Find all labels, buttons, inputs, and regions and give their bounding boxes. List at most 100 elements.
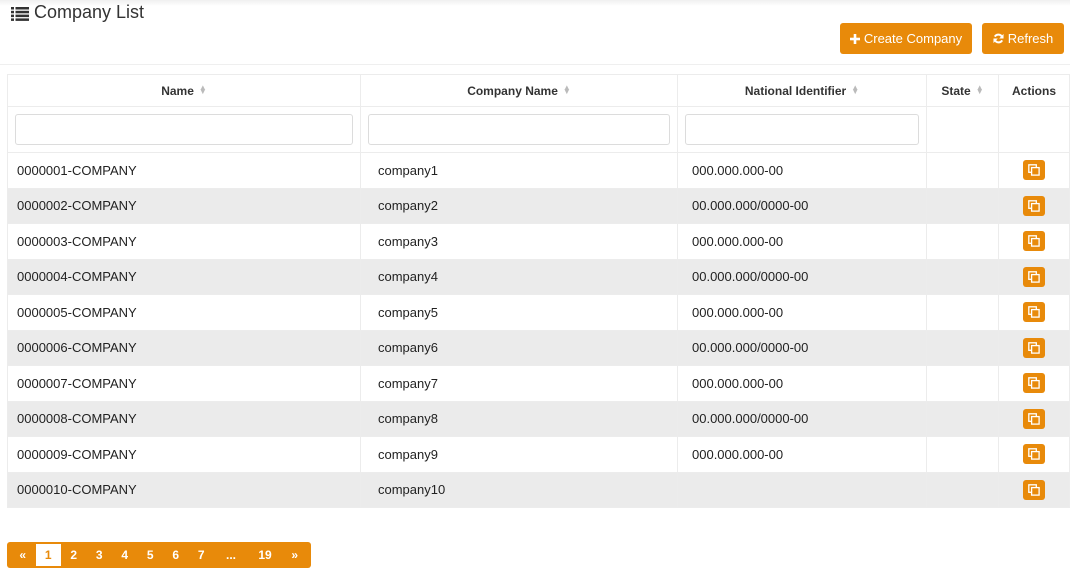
copy-button[interactable]: [1023, 479, 1045, 500]
plus-icon: [849, 33, 860, 44]
cell-company-name: company7: [360, 365, 678, 402]
refresh-button[interactable]: Refresh: [982, 23, 1064, 54]
name-filter-input[interactable]: [15, 114, 353, 145]
copy-button[interactable]: [1023, 302, 1045, 323]
pagination: « 1 2 3 4 5 6 7 ... 19 »: [7, 542, 311, 568]
pagination-next[interactable]: »: [282, 542, 308, 568]
column-header-national-identifier[interactable]: National Identifier ▲ ▼: [677, 74, 927, 107]
cell-national-identifier: 00.000.000/0000-00: [677, 400, 927, 437]
table-row[interactable]: 0000010-COMPANY company10: [7, 471, 1070, 508]
cell-actions: [998, 471, 1070, 508]
state-filter-cell: [926, 106, 999, 153]
cell-national-identifier: [677, 471, 927, 508]
table-row[interactable]: 0000008-COMPANY company8 00.000.000/0000…: [7, 400, 1070, 437]
cell-actions: [998, 400, 1070, 437]
cell-actions: [998, 329, 1070, 366]
pagination-prev[interactable]: «: [10, 542, 36, 568]
page-header: Company List Create Company Refresh: [0, 0, 1070, 65]
copy-button[interactable]: [1023, 231, 1045, 252]
sort-icon[interactable]: ▲ ▼: [851, 84, 859, 96]
cell-name: 0000005-COMPANY: [7, 294, 361, 331]
table-row[interactable]: 0000001-COMPANY company1 000.000.000-00: [7, 152, 1070, 189]
create-company-button[interactable]: Create Company: [840, 23, 972, 54]
sort-icon[interactable]: ▲ ▼: [976, 84, 984, 96]
cell-state: [926, 152, 999, 189]
copy-icon: [1028, 412, 1040, 425]
copy-button[interactable]: [1023, 160, 1045, 181]
column-header-company-name[interactable]: Company Name ▲ ▼: [360, 74, 678, 107]
company-name-filter-input[interactable]: [368, 114, 670, 145]
pagination-page[interactable]: 1: [35, 544, 61, 566]
filter-row: [7, 106, 1070, 153]
pagination-page[interactable]: 3: [87, 542, 113, 568]
column-header-name[interactable]: Name ▲ ▼: [7, 74, 361, 107]
cell-actions: [998, 223, 1070, 260]
cell-name: 0000004-COMPANY: [7, 258, 361, 295]
cell-state: [926, 329, 999, 366]
copy-icon: [1028, 448, 1040, 460]
copy-icon: [1028, 306, 1040, 318]
cell-state: [926, 294, 999, 331]
table-header-row: Name ▲ ▼ Company Name ▲ ▼ National Identifie…: [7, 74, 1070, 107]
cell-actions: [998, 294, 1070, 331]
refresh-icon: [993, 33, 1004, 44]
table-row[interactable]: 0000007-COMPANY company7 000.000.000-00: [7, 365, 1070, 402]
copy-icon: [1028, 270, 1040, 283]
cell-state: [926, 187, 999, 224]
cell-national-identifier: 000.000.000-00: [677, 436, 927, 473]
pagination-page[interactable]: 2: [61, 542, 87, 568]
copy-button[interactable]: [1023, 444, 1045, 465]
national-identifier-filter-input[interactable]: [685, 114, 919, 145]
table-row[interactable]: 0000005-COMPANY company5 000.000.000-00: [7, 294, 1070, 331]
copy-button[interactable]: [1023, 337, 1045, 358]
table-row[interactable]: 0000002-COMPANY company2 00.000.000/0000…: [7, 187, 1070, 224]
cell-national-identifier: 00.000.000/0000-00: [677, 258, 927, 295]
cell-company-name: company6: [360, 329, 678, 366]
cell-state: [926, 436, 999, 473]
sort-icon[interactable]: ▲ ▼: [563, 84, 571, 96]
copy-button[interactable]: [1023, 266, 1045, 287]
cell-name: 0000007-COMPANY: [7, 365, 361, 402]
pagination-page[interactable]: 5: [138, 542, 164, 568]
table-row[interactable]: 0000003-COMPANY company3 000.000.000-00: [7, 223, 1070, 260]
copy-icon: [1028, 341, 1040, 354]
cell-state: [926, 258, 999, 295]
cell-company-name: company5: [360, 294, 678, 331]
pagination-page[interactable]: 19: [248, 542, 282, 568]
column-header-state[interactable]: State ▲ ▼: [926, 74, 999, 107]
table-row[interactable]: 0000004-COMPANY company4 00.000.000/0000…: [7, 258, 1070, 295]
cell-name: 0000002-COMPANY: [7, 187, 361, 224]
cell-state: [926, 471, 999, 508]
cell-name: 0000001-COMPANY: [7, 152, 361, 189]
pagination-page[interactable]: 7: [189, 542, 215, 568]
copy-button[interactable]: [1023, 408, 1045, 429]
cell-company-name: company4: [360, 258, 678, 295]
table-row[interactable]: 0000006-COMPANY company6 00.000.000/0000…: [7, 329, 1070, 366]
sort-icon[interactable]: ▲ ▼: [199, 84, 207, 96]
cell-company-name: company9: [360, 436, 678, 473]
cell-name: 0000009-COMPANY: [7, 436, 361, 473]
column-header-actions: Actions: [998, 74, 1070, 107]
cell-national-identifier: 000.000.000-00: [677, 223, 927, 260]
cell-national-identifier: 000.000.000-00: [677, 365, 927, 402]
cell-company-name: company1: [360, 152, 678, 189]
pagination-page[interactable]: 4: [112, 542, 138, 568]
cell-national-identifier: 00.000.000/0000-00: [677, 329, 927, 366]
copy-button[interactable]: [1023, 195, 1045, 216]
create-company-label: Create Company: [863, 31, 963, 46]
pagination-ellipsis: ...: [225, 548, 236, 562]
copy-icon: [1028, 164, 1040, 176]
cell-national-identifier: 000.000.000-00: [677, 294, 927, 331]
refresh-label: Refresh: [1007, 31, 1054, 46]
cell-state: [926, 400, 999, 437]
pagination-page[interactable]: 6: [163, 542, 189, 568]
cell-state: [926, 365, 999, 402]
table-row[interactable]: 0000009-COMPANY company9 000.000.000-00: [7, 436, 1070, 473]
cell-actions: [998, 258, 1070, 295]
cell-actions: [998, 436, 1070, 473]
cell-name: 0000006-COMPANY: [7, 329, 361, 366]
actions-filter-cell: [998, 106, 1070, 153]
cell-state: [926, 223, 999, 260]
copy-button[interactable]: [1023, 373, 1045, 394]
cell-company-name: company3: [360, 223, 678, 260]
